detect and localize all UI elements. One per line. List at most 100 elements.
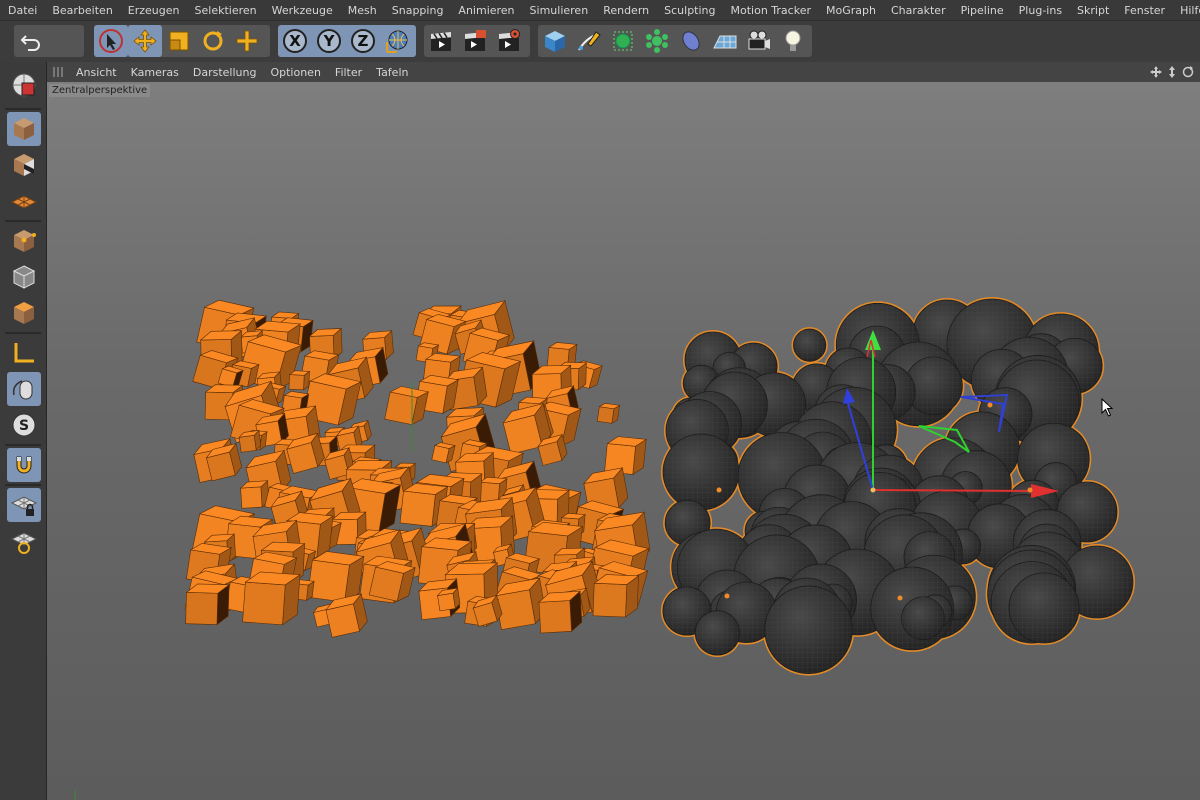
move-tool-button[interactable]	[128, 25, 162, 57]
menu-pipeline[interactable]: Pipeline	[953, 4, 1011, 17]
3d-viewport[interactable]: Zentralperspektive	[47, 82, 1200, 800]
menu-bearbeiten[interactable]: Bearbeiten	[44, 4, 119, 17]
pen-icon	[578, 31, 601, 51]
menu-snapping[interactable]: Snapping	[384, 4, 451, 17]
magnet-icon	[16, 456, 32, 474]
render-settings-button[interactable]	[492, 25, 526, 57]
axis-z-button[interactable]: Z	[346, 25, 380, 57]
cube-clone	[596, 403, 621, 424]
edges-cube-icon	[12, 265, 36, 289]
rotating-grid-icon	[10, 532, 38, 554]
checker-cube-icon	[14, 154, 34, 176]
last-tool-button[interactable]	[230, 25, 264, 57]
edge-mode-button[interactable]	[7, 260, 41, 294]
workplane-align-button[interactable]	[7, 524, 41, 558]
axis-x-button[interactable]: X	[278, 25, 312, 57]
axis-y-button[interactable]: Y	[312, 25, 346, 57]
model-mode-button[interactable]	[7, 112, 41, 146]
workplane-mode-button[interactable]	[7, 184, 41, 218]
points-cube-icon	[14, 230, 36, 252]
rotate-view-icon[interactable]	[1182, 66, 1194, 78]
live-selection-button[interactable]	[94, 25, 128, 57]
menu-simulieren[interactable]: Simulieren	[522, 4, 596, 17]
viewport-menu-filter[interactable]: Filter	[328, 66, 369, 79]
menu-skript[interactable]: Skript	[1069, 4, 1116, 17]
sphere-cloud[interactable]	[660, 297, 1135, 676]
array-object-button[interactable]	[640, 25, 674, 57]
panel-grip-handle[interactable]	[53, 67, 63, 77]
menu-plugins[interactable]: Plug-ins	[1011, 4, 1069, 17]
subdivision-surface-button[interactable]	[606, 25, 640, 57]
polygons-cube-icon	[14, 302, 34, 324]
projection-label: Zentralperspektive	[49, 84, 151, 97]
menu-hilfe[interactable]: Hilfe	[1172, 4, 1200, 17]
render-view-button[interactable]	[424, 25, 458, 57]
axis-y-label: Y	[323, 32, 335, 50]
menu-animieren[interactable]: Animieren	[450, 4, 521, 17]
viewport-menu-kameras[interactable]: Kameras	[124, 66, 186, 79]
viewport-menu-optionen[interactable]: Optionen	[263, 66, 327, 79]
rotate-icon	[203, 31, 223, 51]
render-group	[424, 25, 530, 57]
scene-canvas	[74, 297, 1135, 800]
menu-sculpting[interactable]: Sculpting	[656, 4, 722, 17]
light-bulb-icon	[785, 30, 801, 51]
create-objects-group	[538, 25, 812, 57]
pan-view-icon[interactable]	[1150, 66, 1162, 78]
menu-mesh[interactable]: Mesh	[340, 4, 384, 17]
render-picture-viewer-button[interactable]	[458, 25, 492, 57]
viewport-menubar: Ansicht Kameras Darstellung Optionen Fil…	[47, 62, 1200, 82]
axis-mode-button[interactable]	[7, 336, 41, 370]
viewport-menu-tafeln[interactable]: Tafeln	[369, 66, 415, 79]
viewport-menu-darstellung[interactable]: Darstellung	[186, 66, 264, 79]
axis-corner-icon	[14, 343, 34, 363]
edit-mode-toggle-button[interactable]	[7, 68, 41, 102]
clapboard-icon	[431, 32, 451, 51]
menu-motion-tracker[interactable]: Motion Tracker	[723, 4, 818, 17]
redo-button[interactable]	[48, 25, 82, 57]
cube-icon	[545, 31, 565, 52]
coordinate-system-button[interactable]	[380, 25, 414, 57]
cube-clone	[604, 436, 648, 476]
menu-mograph[interactable]: MoGraph	[818, 4, 883, 17]
rotate-tool-button[interactable]	[196, 25, 230, 57]
menu-fenster[interactable]: Fenster	[1116, 4, 1172, 17]
main-menubar: Datei Bearbeiten Erzeugen Selektieren We…	[0, 0, 1200, 20]
camera-object-button[interactable]	[742, 25, 776, 57]
tweak-mode-button[interactable]	[7, 372, 41, 406]
transform-tools-group	[94, 25, 270, 57]
zoom-view-icon[interactable]	[1166, 66, 1178, 78]
menu-charakter[interactable]: Charakter	[883, 4, 953, 17]
cube-cloud[interactable]	[184, 297, 652, 638]
floor-object-button[interactable]	[708, 25, 742, 57]
left-mode-palette: S	[0, 62, 47, 800]
point-mode-button[interactable]	[7, 224, 41, 258]
menu-datei[interactable]: Datei	[0, 4, 44, 17]
deformer-button[interactable]	[674, 25, 708, 57]
menu-erzeugen[interactable]: Erzeugen	[120, 4, 187, 17]
svg-text:S: S	[19, 418, 29, 434]
axis-z-label: Z	[357, 32, 369, 50]
menu-werkzeuge[interactable]: Werkzeuge	[264, 4, 340, 17]
solo-mode-button[interactable]: S	[7, 408, 41, 442]
clapboard-gear-icon	[499, 29, 520, 51]
undo-button[interactable]	[14, 25, 48, 57]
light-object-button[interactable]	[776, 25, 810, 57]
move-arrows-icon	[133, 29, 157, 53]
cube-clone	[384, 386, 430, 426]
workplane-lock-button[interactable]	[7, 488, 41, 522]
axis-lock-group: X Y Z	[278, 25, 416, 57]
cube-object-button[interactable]	[538, 25, 572, 57]
cube-clone	[242, 571, 301, 626]
workplane-icon	[10, 195, 38, 209]
menu-selektieren[interactable]: Selektieren	[187, 4, 264, 17]
texture-mode-button[interactable]	[7, 148, 41, 182]
scale-tool-button[interactable]	[162, 25, 196, 57]
polygon-mode-button[interactable]	[7, 296, 41, 330]
spline-pen-button[interactable]	[572, 25, 606, 57]
snap-toggle-button[interactable]	[7, 448, 41, 482]
menu-rendern[interactable]: Rendern	[595, 4, 656, 17]
bend-deformer-icon	[682, 31, 700, 51]
viewport-menu-ansicht[interactable]: Ansicht	[69, 66, 124, 79]
camera-icon	[748, 30, 770, 50]
